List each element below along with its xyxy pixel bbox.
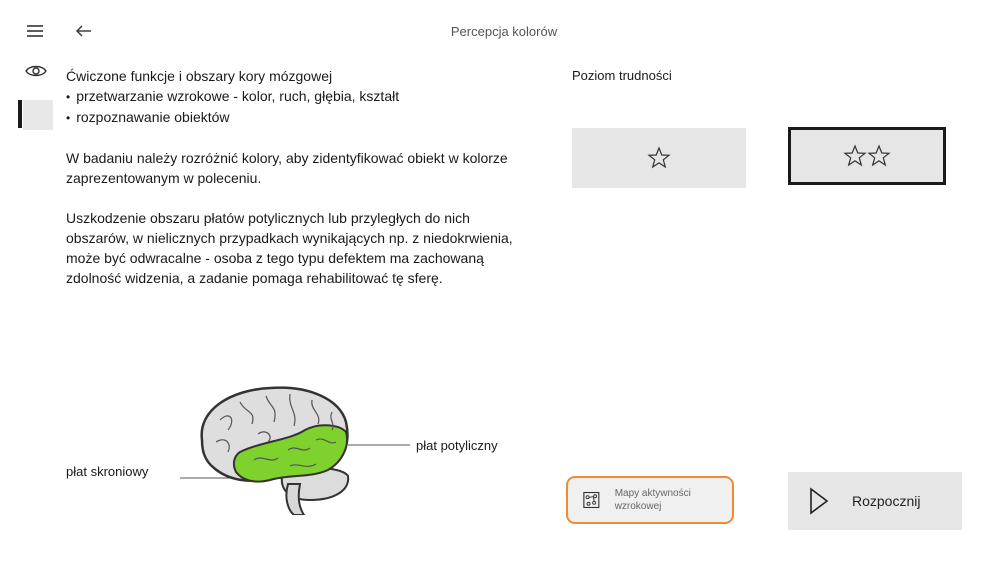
eye-icon[interactable]: [24, 62, 48, 80]
description-paragraph: Uszkodzenie obszaru płatów potylicznych …: [66, 210, 513, 286]
map-icon: [583, 491, 600, 509]
nav-selection-indicator: [18, 100, 22, 128]
start-label: Rozpocznij: [852, 493, 921, 509]
label-temporal-lobe: płat skroniowy: [66, 464, 149, 479]
nav-item[interactable]: [23, 100, 53, 130]
difficulty-level-2-button[interactable]: [788, 127, 946, 185]
difficulty-label: Poziom trudności: [572, 68, 672, 83]
activity-maps-button[interactable]: Mapy aktywności wzrokowej: [566, 476, 734, 524]
star-outline-icon: [647, 146, 671, 169]
activity-maps-label: Mapy aktywności wzrokowej: [614, 488, 691, 512]
play-icon: [810, 487, 829, 515]
description-heading: Ćwiczone funkcje i obszary kory mózgowej: [66, 68, 333, 84]
bullet-item: przetwarzanie wzrokowe - kolor, ruch, gł…: [66, 86, 536, 107]
description-paragraph: W badaniu należy rozróżnić kolory, aby z…: [66, 150, 508, 186]
page-title: Percepcja kolorów: [450, 24, 558, 39]
description: Ćwiczone funkcje i obszary kory mózgowej…: [66, 66, 536, 308]
star-outline-icon: [867, 144, 891, 167]
label-occipital-lobe: płat potyliczny: [416, 438, 498, 453]
start-button[interactable]: Rozpocznij: [788, 472, 962, 530]
star-outline-icon: [843, 144, 867, 167]
title-bar: Percepcja kolorów: [0, 0, 1008, 60]
difficulty-level-1-button[interactable]: [572, 128, 746, 188]
brain-illustration: [170, 380, 410, 516]
bullet-item: rozpoznawanie obiektów: [66, 107, 536, 128]
